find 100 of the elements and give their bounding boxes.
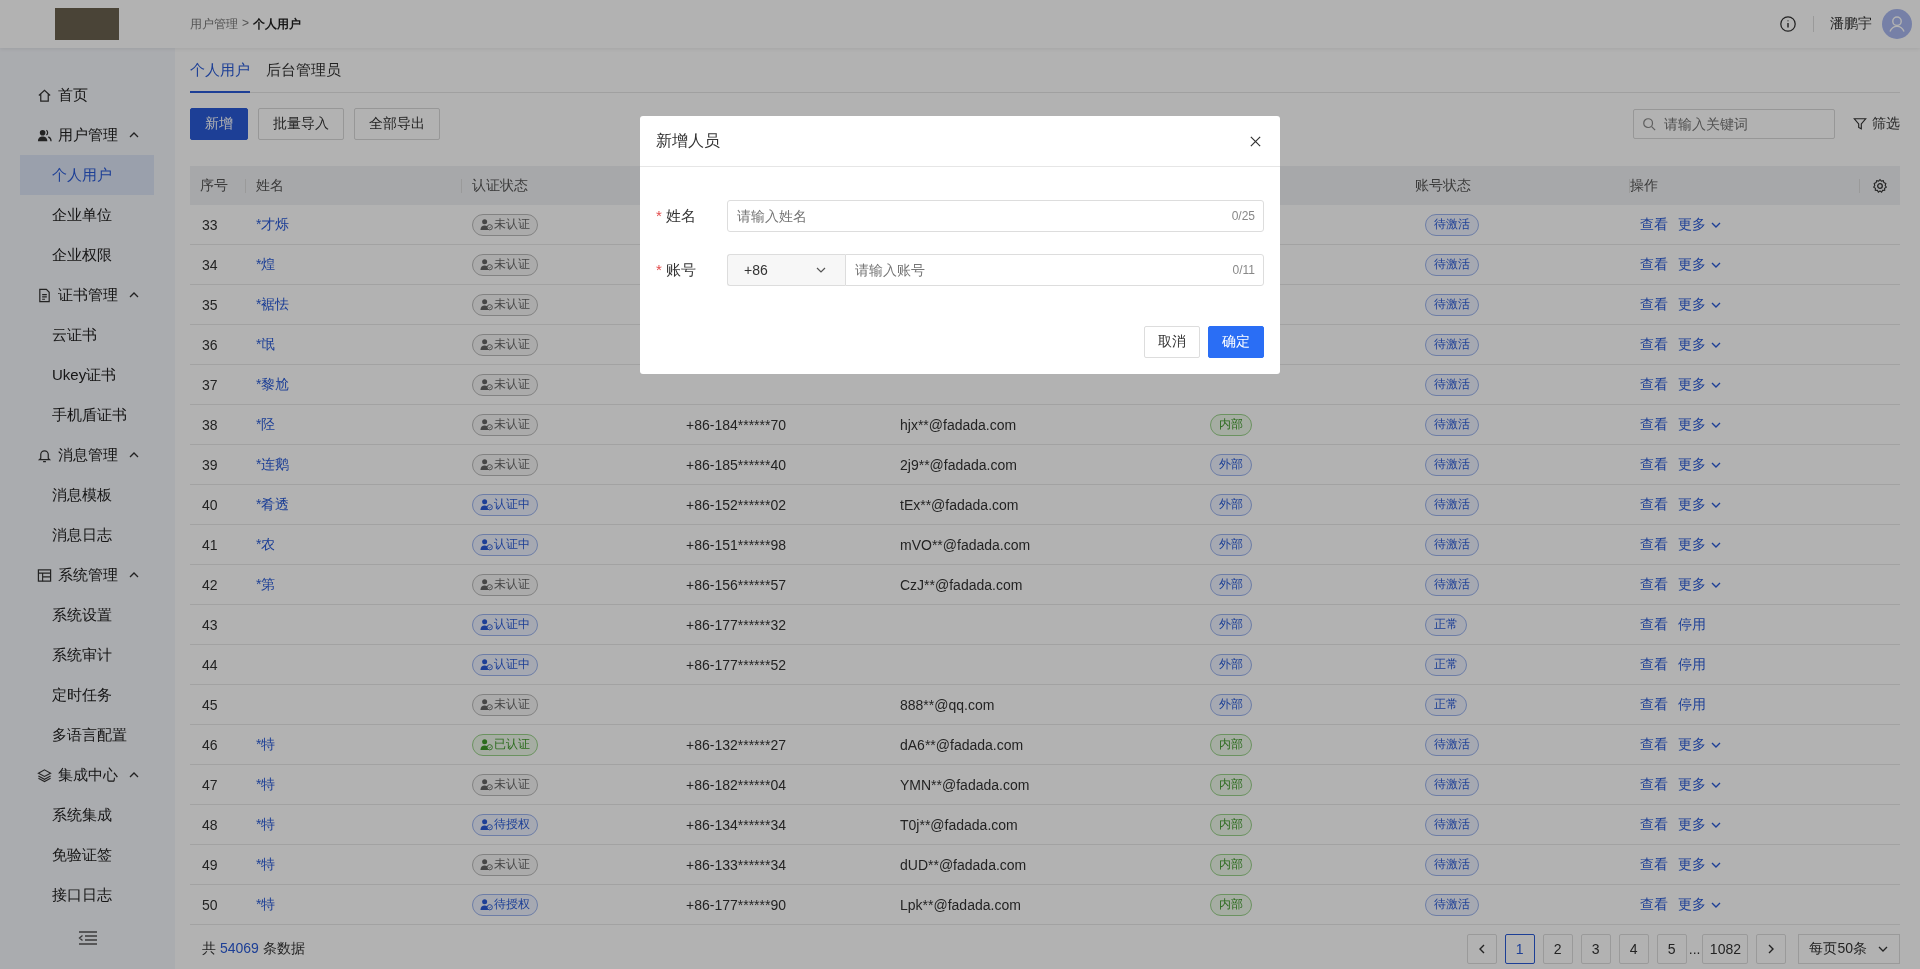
verification-status-tag: 未认证 xyxy=(472,213,538,236)
menu-item[interactable]: 系统管理 xyxy=(0,555,175,595)
submenu-item[interactable]: Ukey证书 xyxy=(20,355,154,395)
page-button[interactable]: 3 xyxy=(1580,934,1611,964)
action-button[interactable]: 全部导出 xyxy=(354,108,440,140)
menu-item[interactable]: 用户管理 xyxy=(0,115,175,155)
user-name-link[interactable]: *肴透 xyxy=(256,495,290,514)
user-name-link[interactable]: *连鹅 xyxy=(256,455,290,474)
close-icon[interactable] xyxy=(1249,134,1262,148)
search-field[interactable]: 请输入关键词 xyxy=(1633,109,1835,139)
country-code-dropdown[interactable]: +86 xyxy=(727,254,845,286)
page-button[interactable]: 4 xyxy=(1618,934,1649,964)
submenu-item[interactable]: 个人用户 xyxy=(20,155,154,195)
user-name-link[interactable]: *黎尬 xyxy=(256,375,290,394)
more-dropdown[interactable]: 更多 xyxy=(1678,735,1722,754)
submenu-item[interactable]: 消息模板 xyxy=(20,475,154,515)
action-link[interactable]: 查看 xyxy=(1640,695,1668,714)
menu-item[interactable]: 消息管理 xyxy=(0,435,175,475)
action-link[interactable]: 停用 xyxy=(1678,655,1706,674)
page-button[interactable]: 1 xyxy=(1504,934,1535,964)
submenu-item[interactable]: 手机盾证书 xyxy=(20,395,154,435)
action-link[interactable]: 查看 xyxy=(1640,295,1668,314)
more-dropdown[interactable]: 更多 xyxy=(1678,775,1722,794)
user-name[interactable]: 潘鹏宇 xyxy=(1830,15,1872,33)
action-link[interactable]: 查看 xyxy=(1640,335,1668,354)
menu-item[interactable]: 集成中心 xyxy=(0,755,175,795)
user-name-link[interactable]: *特 xyxy=(256,815,276,834)
collapse-menu-icon[interactable] xyxy=(77,930,98,946)
submenu-item[interactable]: 云证书 xyxy=(20,315,154,355)
action-link[interactable]: 查看 xyxy=(1640,895,1668,914)
verification-status-tag: 未认证 xyxy=(472,373,538,396)
page-button[interactable]: 2 xyxy=(1542,934,1573,964)
page-size-dropdown[interactable]: 每页50条 xyxy=(1798,934,1900,964)
action-link[interactable]: 查看 xyxy=(1640,455,1668,474)
more-dropdown[interactable]: 更多 xyxy=(1678,375,1722,394)
user-name-link[interactable]: *特 xyxy=(256,895,276,914)
action-link[interactable]: 查看 xyxy=(1640,855,1668,874)
action-link[interactable]: 查看 xyxy=(1640,375,1668,394)
user-name-link[interactable]: *才烁 xyxy=(256,215,290,234)
tab[interactable]: 个人用户 xyxy=(190,61,250,93)
filter-button[interactable]: 筛选 xyxy=(1853,115,1900,133)
cancel-button[interactable]: 取消 xyxy=(1144,326,1200,358)
person-check-icon xyxy=(480,618,493,631)
action-link[interactable]: 查看 xyxy=(1640,535,1668,554)
submenu-item[interactable]: 接口日志 xyxy=(20,875,154,915)
page-button[interactable]: 5 xyxy=(1656,934,1687,964)
action-link[interactable]: 查看 xyxy=(1640,615,1668,634)
menu-item[interactable]: 首页 xyxy=(0,75,175,115)
more-dropdown[interactable]: 更多 xyxy=(1678,855,1722,874)
user-name-link[interactable]: *裾怯 xyxy=(256,295,290,314)
confirm-button[interactable]: 确定 xyxy=(1208,326,1264,358)
submenu-item[interactable]: 定时任务 xyxy=(20,675,154,715)
more-dropdown[interactable]: 更多 xyxy=(1678,895,1722,914)
action-link[interactable]: 查看 xyxy=(1640,495,1668,514)
action-link[interactable]: 查看 xyxy=(1640,815,1668,834)
action-link[interactable]: 停用 xyxy=(1678,695,1706,714)
user-name-link[interactable]: *氓 xyxy=(256,335,276,354)
user-name-link[interactable]: *特 xyxy=(256,775,276,794)
submenu-item[interactable]: 多语言配置 xyxy=(20,715,154,755)
more-dropdown[interactable]: 更多 xyxy=(1678,415,1722,434)
page-button[interactable]: 1082 xyxy=(1702,934,1749,964)
add-button[interactable]: 新增 xyxy=(190,108,248,140)
user-name-link[interactable]: *特 xyxy=(256,735,276,754)
action-link[interactable]: 查看 xyxy=(1640,775,1668,794)
more-dropdown[interactable]: 更多 xyxy=(1678,575,1722,594)
user-name-link[interactable]: *煌 xyxy=(256,255,276,274)
user-name-link[interactable]: *农 xyxy=(256,535,276,554)
tab[interactable]: 后台管理员 xyxy=(266,61,341,93)
more-dropdown[interactable]: 更多 xyxy=(1678,815,1722,834)
submenu-item[interactable]: 系统审计 xyxy=(20,635,154,675)
action-link[interactable]: 查看 xyxy=(1640,655,1668,674)
submenu-item[interactable]: 系统设置 xyxy=(20,595,154,635)
more-dropdown[interactable]: 更多 xyxy=(1678,495,1722,514)
more-dropdown[interactable]: 更多 xyxy=(1678,455,1722,474)
user-name-link[interactable]: *第 xyxy=(256,575,276,594)
menu-item[interactable]: 证书管理 xyxy=(0,275,175,315)
more-dropdown[interactable]: 更多 xyxy=(1678,215,1722,234)
action-link[interactable]: 查看 xyxy=(1640,735,1668,754)
action-link[interactable]: 查看 xyxy=(1640,215,1668,234)
action-button[interactable]: 批量导入 xyxy=(258,108,344,140)
more-dropdown[interactable]: 更多 xyxy=(1678,255,1722,274)
action-link[interactable]: 查看 xyxy=(1640,575,1668,594)
action-link[interactable]: 查看 xyxy=(1640,415,1668,434)
info-icon[interactable] xyxy=(1779,15,1797,33)
more-dropdown[interactable]: 更多 xyxy=(1678,335,1722,354)
submenu-item[interactable]: 企业单位 xyxy=(20,195,154,235)
user-name-link[interactable]: *陉 xyxy=(256,415,276,434)
submenu-item[interactable]: 系统集成 xyxy=(20,795,154,835)
filter-icon xyxy=(1853,117,1867,131)
user-name-link[interactable]: *特 xyxy=(256,855,276,874)
more-dropdown[interactable]: 更多 xyxy=(1678,535,1722,554)
more-dropdown[interactable]: 更多 xyxy=(1678,295,1722,314)
breadcrumb-item[interactable]: 用户管理 xyxy=(190,15,238,33)
action-link[interactable]: 停用 xyxy=(1678,615,1706,634)
submenu-item[interactable]: 企业权限 xyxy=(20,235,154,275)
submenu-item[interactable]: 消息日志 xyxy=(20,515,154,555)
submenu-item[interactable]: 免验证签 xyxy=(20,835,154,875)
table-cell-text: 35 xyxy=(201,296,219,313)
settings-icon[interactable] xyxy=(1872,177,1888,194)
action-link[interactable]: 查看 xyxy=(1640,255,1668,274)
